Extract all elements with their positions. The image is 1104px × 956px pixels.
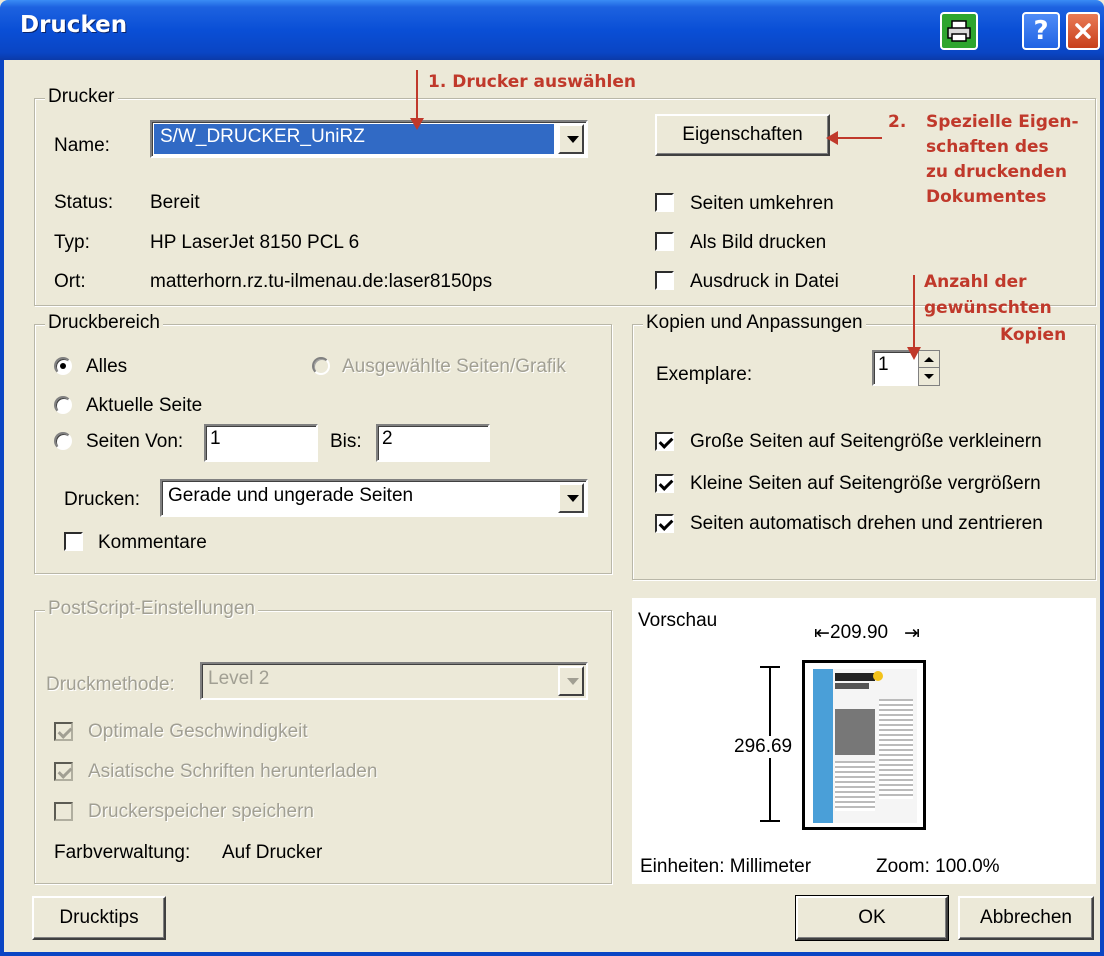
printer-group-label: Drucker (45, 86, 118, 108)
chevron-down-icon[interactable] (558, 124, 584, 154)
printer-icon[interactable] (940, 12, 978, 50)
location-value: matterhorn.rz.tu-ilmenau.de:laser8150ps (150, 271, 493, 292)
printer-memory-checkbox[interactable] (54, 802, 73, 821)
range-selected-radio[interactable] (312, 357, 330, 375)
print-tips-button[interactable]: Drucktips (32, 896, 166, 940)
range-all-label: Alles (86, 356, 128, 377)
preview-zoom: Zoom: 100.0% (876, 856, 1000, 877)
comments-checkbox[interactable] (64, 532, 83, 551)
range-current-label: Aktuelle Seite (86, 395, 203, 416)
annotation-copies-line2: gewünschten (924, 298, 1052, 318)
spinner-up-icon[interactable] (919, 351, 939, 368)
page-to-label: Bis: (330, 431, 362, 452)
status-label: Status: (54, 192, 114, 213)
enlarge-pages-label: Kleine Seiten auf Seitengröße vergrößern (690, 473, 1041, 494)
copies-spinner[interactable] (918, 350, 940, 386)
annotation-copies-line3: Kopien (1000, 325, 1067, 345)
color-management-value: Auf Drucker (222, 842, 323, 863)
copies-count-label: Exemplare: (656, 364, 753, 385)
preview-units: Einheiten: Millimeter (640, 856, 812, 877)
spinner-down-icon[interactable] (919, 368, 939, 385)
range-current-radio[interactable] (54, 396, 72, 414)
chevron-down-icon[interactable] (558, 483, 584, 513)
asian-fonts-checkbox[interactable] (54, 762, 73, 781)
annotation-arrowhead-2 (826, 131, 838, 145)
print-to-file-label: Ausdruck in Datei (690, 271, 839, 292)
annotation-arrowhead-1 (410, 118, 424, 130)
range-pages-label: Seiten Von: (86, 431, 184, 452)
preview-width-arrow-right: ⇥ (904, 623, 920, 644)
location-label: Ort: (54, 271, 86, 292)
comments-label: Kommentare (98, 532, 207, 553)
color-management-label: Farbverwaltung: (54, 842, 191, 863)
annotation-arrow-2 (838, 137, 882, 139)
properties-button[interactable]: Eigenschaften (655, 114, 830, 156)
print-as-image-label: Als Bild drucken (690, 232, 827, 253)
close-button[interactable] (1066, 12, 1100, 50)
optimal-speed-label: Optimale Geschwindigkeit (88, 721, 308, 742)
print-subset-value: Gerade und ungerade Seiten (168, 485, 414, 506)
shrink-pages-label: Große Seiten auf Seitengröße verkleinern (690, 431, 1042, 452)
page-to-input[interactable]: 2 (376, 424, 490, 462)
reverse-pages-label: Seiten umkehren (690, 193, 834, 214)
annotation-step2-num: 2. (888, 112, 907, 132)
annotation-step2-line2: schaften des (926, 137, 1049, 157)
optimal-speed-checkbox[interactable] (54, 722, 73, 741)
preview-width-arrow-left: ⇤ (814, 623, 830, 644)
help-button[interactable]: ? (1022, 12, 1060, 50)
preview-page (802, 660, 926, 830)
print-range-group-label: Druckbereich (45, 312, 163, 334)
annotation-arrow-1 (416, 70, 418, 120)
ok-button[interactable]: OK (795, 895, 949, 941)
printer-name-value: S/W_DRUCKER_UniRZ (160, 126, 365, 147)
range-pages-radio[interactable] (54, 432, 72, 450)
enlarge-pages-checkbox[interactable] (655, 474, 674, 493)
auto-rotate-checkbox[interactable] (655, 514, 674, 533)
preview-height-cap-top (760, 666, 780, 668)
annotation-arrow-3 (913, 275, 915, 349)
print-method-label: Druckmethode: (46, 674, 175, 695)
preview-width-value: 209.90 (830, 622, 889, 643)
printer-name-select[interactable]: S/W_DRUCKER_UniRZ (150, 120, 588, 158)
range-selected-label: Ausgewählte Seiten/Grafik (342, 356, 566, 377)
print-as-image-checkbox[interactable] (655, 232, 674, 251)
type-label: Typ: (54, 232, 90, 253)
chevron-down-icon[interactable] (558, 666, 584, 696)
annotation-arrowhead-3 (907, 347, 921, 360)
preview-height-value: 296.69 (734, 736, 793, 758)
printer-name-label: Name: (54, 135, 110, 156)
copies-group-label: Kopien und Anpassungen (643, 312, 866, 334)
annotation-step2-line3: zu druckenden (926, 162, 1067, 182)
preview-panel: Vorschau ⇤ 209.90 ⇥ 296.69 Einheiten: Mi… (632, 598, 1096, 884)
annotation-step2-line4: Dokumentes (926, 187, 1047, 207)
title-bar[interactable]: Drucken ? (0, 0, 1104, 60)
print-subset-select[interactable]: Gerade und ungerade Seiten (160, 479, 588, 517)
window-title: Drucken (20, 12, 128, 38)
preview-height-cap-bottom (760, 820, 780, 822)
close-icon (1075, 23, 1091, 39)
auto-rotate-label: Seiten automatisch drehen und zentrieren (690, 513, 1043, 534)
range-all-radio[interactable] (54, 357, 72, 375)
print-subset-label: Drucken: (64, 489, 141, 510)
printer-memory-label: Druckerspeicher speichern (88, 801, 314, 822)
preview-label: Vorschau (638, 610, 718, 631)
postscript-group-label: PostScript-Einstellungen (45, 598, 258, 620)
shrink-pages-checkbox[interactable] (655, 432, 674, 451)
asian-fonts-label: Asiatische Schriften herunterladen (88, 761, 378, 782)
preview-page-content (813, 669, 917, 823)
annotation-step1: 1. Drucker auswählen (428, 72, 636, 92)
type-value: HP LaserJet 8150 PCL 6 (150, 232, 360, 253)
print-method-value: Level 2 (208, 668, 270, 689)
print-method-select[interactable]: Level 2 (200, 662, 588, 700)
page-from-input[interactable]: 1 (204, 424, 318, 462)
reverse-pages-checkbox[interactable] (655, 193, 674, 212)
annotation-copies-line1: Anzahl der (924, 272, 1027, 292)
annotation-step2-line1: Spezielle Eigen- (926, 112, 1079, 132)
print-to-file-checkbox[interactable] (655, 271, 674, 290)
cancel-button[interactable]: Abbrechen (958, 896, 1094, 940)
status-value: Bereit (150, 192, 200, 213)
